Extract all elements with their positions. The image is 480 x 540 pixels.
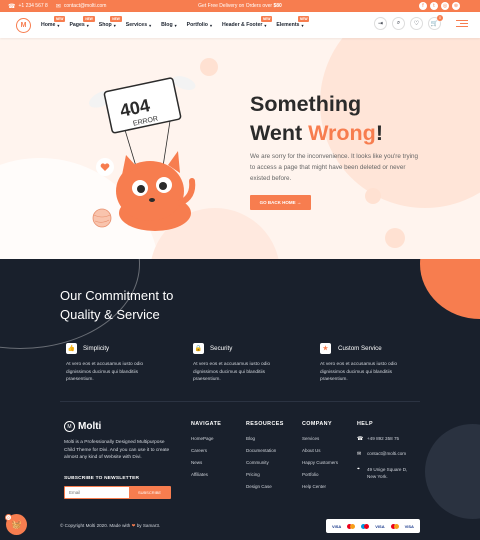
new-badge: NEW	[298, 16, 310, 22]
location-pin-icon: ⌖	[357, 466, 360, 472]
page-title: Something Went Wrong!	[250, 92, 383, 145]
feature-simplicity: 👍 Simplicity At vero eos et accusamus iu…	[66, 343, 144, 382]
divider	[60, 401, 420, 402]
footer-col-help: HELP ☎ +49 892 358 75 ✉ contact@molti.com …	[357, 421, 425, 489]
mastercard-icon	[347, 523, 356, 529]
footer-link[interactable]: Documentation	[246, 448, 284, 460]
footer-link[interactable]: Community	[246, 460, 284, 472]
menu-item-shop[interactable]: Shop ▾ NEW	[99, 16, 122, 28]
footer-link[interactable]: Blog	[246, 436, 284, 448]
footer-section: Our Commitment to Quality & Service 👍 Si…	[0, 259, 480, 540]
help-email[interactable]: ✉ contact@molti.com	[357, 451, 425, 457]
chevron-down-icon: ▾	[174, 22, 177, 28]
lock-icon: 🔒	[193, 343, 204, 354]
footer-link[interactable]: Design Case	[246, 484, 284, 496]
chevron-down-icon: ▾	[86, 22, 89, 28]
new-badge: NEW	[110, 16, 122, 22]
error-cat-illustration: 404 ERROR	[88, 76, 196, 231]
floating-cart-count: 0	[5, 514, 12, 521]
decor-blob	[420, 259, 480, 319]
thumbs-up-icon: 👍	[66, 343, 77, 354]
feature-custom-service: ★ Custom Service At vero eos et accusamu…	[320, 343, 398, 382]
nav-actions: ⇥ ⌕ ♡ 🛒 0	[374, 15, 468, 30]
footer-description: Molti is a Professionally Designed Multi…	[64, 440, 170, 460]
mail-icon: ✉	[357, 451, 362, 457]
footer-logo[interactable]: M Molti	[64, 421, 101, 432]
search-icon[interactable]: ⌕	[392, 17, 405, 30]
new-badge: NEW	[54, 16, 66, 22]
footer-link[interactable]: Portfolio	[302, 472, 338, 484]
help-phone[interactable]: ☎ +49 892 358 75	[357, 436, 425, 442]
new-badge: NEW	[83, 16, 95, 22]
top-bar: ☎ +1 234 567 8 ✉ contact@molti.com Get Fre…	[0, 0, 480, 12]
logo-icon: M	[64, 421, 75, 432]
newsletter-email-input[interactable]	[65, 487, 129, 498]
footer-link[interactable]: Help Center	[302, 484, 338, 496]
decor-blob	[425, 424, 480, 519]
basket-icon: 🧺	[11, 520, 22, 529]
menu-item-home[interactable]: Home ▾ NEW	[41, 16, 66, 28]
chevron-down-icon: ▾	[301, 22, 304, 28]
footer-link[interactable]: Affiliates	[191, 472, 221, 484]
footer-link[interactable]: Services	[302, 436, 338, 448]
menu-item-portfolio[interactable]: Portfolio ▾	[187, 22, 212, 28]
phone-icon: ☎	[357, 436, 364, 442]
decor-dot	[385, 228, 405, 248]
menu-item-services[interactable]: Services ▾	[126, 22, 151, 28]
main-menu: Home ▾ NEW Pages ▾ NEW Shop ▾ NEW Services ▾ Bl…	[41, 16, 313, 28]
chevron-down-icon: ▾	[264, 22, 267, 28]
error-description: We are sorry for the inconvenience. It l…	[250, 153, 419, 182]
social-links: f t ◎ ⊛	[419, 2, 460, 10]
go-back-home-button[interactable]: GO BACK HOME →	[250, 195, 311, 210]
subscribe-button[interactable]: SUBSCRIBE	[129, 487, 170, 498]
main-nav: M Home ▾ NEW Pages ▾ NEW Shop ▾ NEW Services ▾ …	[0, 12, 480, 38]
payment-methods: VISA VISA VISA	[326, 519, 420, 533]
footer-col-navigate: NAVIGATE HomePage Careers News Affiliate…	[191, 421, 221, 484]
facebook-icon[interactable]: f	[419, 2, 427, 10]
maestro-icon	[361, 523, 370, 529]
cart-count-badge: 0	[437, 15, 443, 21]
menu-item-blog[interactable]: Blog ▾	[161, 22, 177, 28]
decor-dot	[365, 188, 381, 204]
cart-icon[interactable]: 🛒 0	[428, 15, 443, 30]
footer-link[interactable]: HomePage	[191, 436, 221, 448]
error-hero: 404 ERROR Something Went Wrong! We are s…	[0, 38, 480, 259]
chevron-down-icon: ▾	[57, 22, 60, 28]
menu-item-pages[interactable]: Pages ▾ NEW	[69, 16, 95, 28]
copyright: © Copyright Molti 2020. Made with ❤ by S…	[60, 523, 161, 528]
footer-col-company: COMPANY Services About Us Happy Customer…	[302, 421, 338, 496]
footer-link[interactable]: Happy Customers	[302, 460, 338, 472]
footer-link[interactable]: Pricing	[246, 472, 284, 484]
subscribe-heading: SUBSCRIBE TO NEWSLETTER	[64, 476, 140, 481]
visa-card-icon: VISA	[375, 523, 385, 529]
footer-link[interactable]: News	[191, 460, 221, 472]
twitter-icon[interactable]: t	[430, 2, 438, 10]
footer-link[interactable]: About Us	[302, 448, 338, 460]
chevron-down-icon: ▾	[209, 22, 212, 28]
dribbble-icon[interactable]: ⊛	[452, 2, 460, 10]
promo-text: Get Free Delivery on Orders over $80	[198, 3, 282, 9]
login-icon[interactable]: ⇥	[374, 17, 387, 30]
chevron-down-icon: ▾	[149, 22, 152, 28]
menu-item-header-footer[interactable]: Header & Footer ▾ NEW	[222, 16, 273, 28]
instagram-icon[interactable]: ◎	[441, 2, 449, 10]
hamburger-menu-icon[interactable]	[456, 20, 468, 27]
footer-col-resources: RESOURCES Blog Documentation Community P…	[246, 421, 284, 496]
visa-card-icon: VISA	[331, 523, 342, 529]
new-badge: NEW	[260, 16, 273, 22]
mastercard-icon	[390, 523, 399, 529]
wishlist-heart-icon[interactable]: ♡	[410, 17, 423, 30]
chevron-down-icon: ▾	[113, 22, 116, 28]
help-address: ⌖ 49 Unige Square D, New York.	[357, 466, 408, 479]
feature-security: 🔒 Security At vero eos et accusamus iust…	[193, 343, 271, 382]
subscribe-form: SUBSCRIBE	[64, 486, 171, 499]
menu-item-elements[interactable]: Elements ▾ NEW	[276, 16, 310, 28]
commitment-title: Our Commitment to Quality & Service	[60, 288, 174, 322]
star-icon: ★	[320, 343, 331, 354]
site-logo[interactable]: M	[16, 17, 31, 33]
visa-card-icon: VISA	[404, 523, 414, 529]
footer-link[interactable]: Careers	[191, 448, 221, 460]
